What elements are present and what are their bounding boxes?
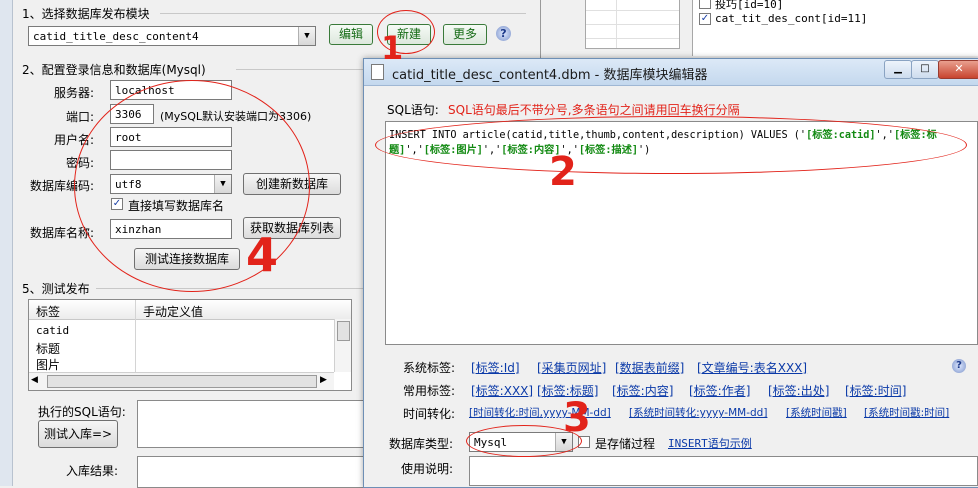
sys-tag-link[interactable]: [数据表前缀] bbox=[615, 359, 684, 376]
usage-label: 使用说明: bbox=[401, 462, 454, 476]
dialog-title: catid_title_desc_content4.dbm - 数据库模块编辑器 bbox=[392, 68, 708, 83]
time-conv-link[interactable]: [系统时间戳:时间] bbox=[864, 405, 949, 420]
time-conv-label: 时间转化: bbox=[403, 407, 456, 421]
server-label: 服务器: bbox=[54, 86, 95, 100]
scroll-left-icon[interactable]: ◀ bbox=[31, 375, 38, 385]
db-type-label: 数据库类型: bbox=[389, 437, 454, 451]
exec-sql-label: 执行的SQL语句: bbox=[38, 405, 126, 419]
section5-title: 5、测试发布 bbox=[22, 282, 90, 296]
more-button[interactable]: 更多 bbox=[443, 24, 487, 45]
grid-header-tag: 标签 bbox=[36, 305, 61, 319]
scroll-right-icon[interactable]: ▶ bbox=[320, 375, 327, 385]
exec-sql-textarea[interactable] bbox=[137, 400, 365, 448]
sys-tags-label: 系统标签: bbox=[403, 361, 456, 375]
list-item-checkbox[interactable]: ✓ bbox=[699, 13, 711, 25]
close-icon: ✕ bbox=[954, 62, 964, 75]
grid-vscrollbar[interactable] bbox=[334, 319, 351, 372]
pane-gridline bbox=[616, 0, 617, 48]
left-edge-strip bbox=[0, 0, 13, 486]
section1-line bbox=[160, 13, 526, 14]
grid-row: catid bbox=[36, 324, 70, 337]
result-textarea[interactable] bbox=[137, 456, 365, 488]
common-tag-link[interactable]: [标签:出处] bbox=[768, 382, 829, 399]
test-grid[interactable]: 标签 手动定义值 catid 标题 图片 ◀ ▶ bbox=[28, 299, 352, 391]
result-label: 入库结果: bbox=[66, 464, 119, 478]
pane-gridline bbox=[586, 10, 679, 11]
pane-gridline bbox=[586, 38, 679, 39]
annotation-number: 1 bbox=[381, 29, 404, 67]
annotation-circle-sql bbox=[375, 116, 967, 174]
sql-label: SQL语句: bbox=[387, 103, 439, 117]
list-item[interactable]: 投巧[id=10] bbox=[715, 0, 783, 12]
annotation-number: 2 bbox=[549, 149, 577, 195]
insert-example-link[interactable]: INSERT语句示例 bbox=[668, 435, 752, 451]
module-select[interactable]: catid_title_desc_content4 ▼ bbox=[28, 26, 316, 46]
time-conv-link[interactable]: [系统时间戳] bbox=[786, 405, 847, 420]
sys-tag-link[interactable]: [采集页网址] bbox=[537, 359, 606, 376]
help-icon[interactable]: ? bbox=[952, 359, 966, 373]
list-item[interactable]: cat_tit_des_cont[id=11] bbox=[715, 12, 867, 25]
time-conv-link[interactable]: [系统时间转化:yyyy-MM-dd] bbox=[629, 405, 767, 420]
sys-tag-link[interactable]: [标签:Id] bbox=[471, 359, 520, 376]
module-select-value: catid_title_desc_content4 bbox=[33, 30, 199, 43]
usage-textarea[interactable] bbox=[469, 456, 978, 486]
port-label: 端口: bbox=[66, 110, 95, 124]
scroll-thumb[interactable] bbox=[337, 321, 350, 341]
stored-procedure-label: 是存储过程 bbox=[595, 437, 656, 451]
list-item-checkbox[interactable] bbox=[699, 0, 711, 9]
common-tag-link[interactable]: [标签:内容] bbox=[612, 382, 673, 399]
grid-hscrollbar[interactable]: ◀ ▶ bbox=[29, 372, 334, 390]
grid-col-divider bbox=[135, 300, 136, 372]
section5-line bbox=[96, 288, 366, 289]
annotation-number: 4 bbox=[246, 228, 279, 282]
section2-title: 2、配置登录信息和数据库(Mysql) bbox=[22, 63, 206, 77]
scroll-thumb[interactable] bbox=[47, 375, 317, 388]
section2-line bbox=[236, 69, 366, 70]
grid-row: 图片 bbox=[36, 358, 61, 372]
section1-title: 1、选择数据库发布模块 bbox=[22, 7, 150, 21]
background-pane bbox=[585, 0, 680, 49]
grid-header-value: 手动定义值 bbox=[143, 305, 204, 319]
minimize-button[interactable]: ▁ bbox=[884, 60, 912, 79]
maximize-button[interactable]: □ bbox=[911, 60, 939, 79]
pane-gridline bbox=[586, 24, 679, 25]
common-tag-link[interactable]: [标签:时间] bbox=[845, 382, 906, 399]
close-button[interactable]: ✕ bbox=[938, 60, 978, 79]
common-tag-link[interactable]: [标签:XXX] bbox=[471, 382, 533, 399]
edit-button[interactable]: 编辑 bbox=[329, 24, 373, 45]
sys-tag-link[interactable]: [文章编号:表名XXX] bbox=[697, 359, 807, 376]
module-list[interactable]: 投巧[id=10] ✓ cat_tit_des_cont[id=11] bbox=[692, 0, 978, 56]
help-icon[interactable]: ? bbox=[496, 26, 511, 41]
common-tag-link[interactable]: [标签:作者] bbox=[689, 382, 750, 399]
chevron-down-icon: ▼ bbox=[298, 27, 315, 45]
grid-row: 标题 bbox=[36, 342, 61, 356]
annotation-number: 3 bbox=[563, 395, 591, 441]
common-tags-label: 常用标签: bbox=[403, 384, 456, 398]
test-insert-button[interactable]: 测试入库=> bbox=[38, 420, 118, 448]
